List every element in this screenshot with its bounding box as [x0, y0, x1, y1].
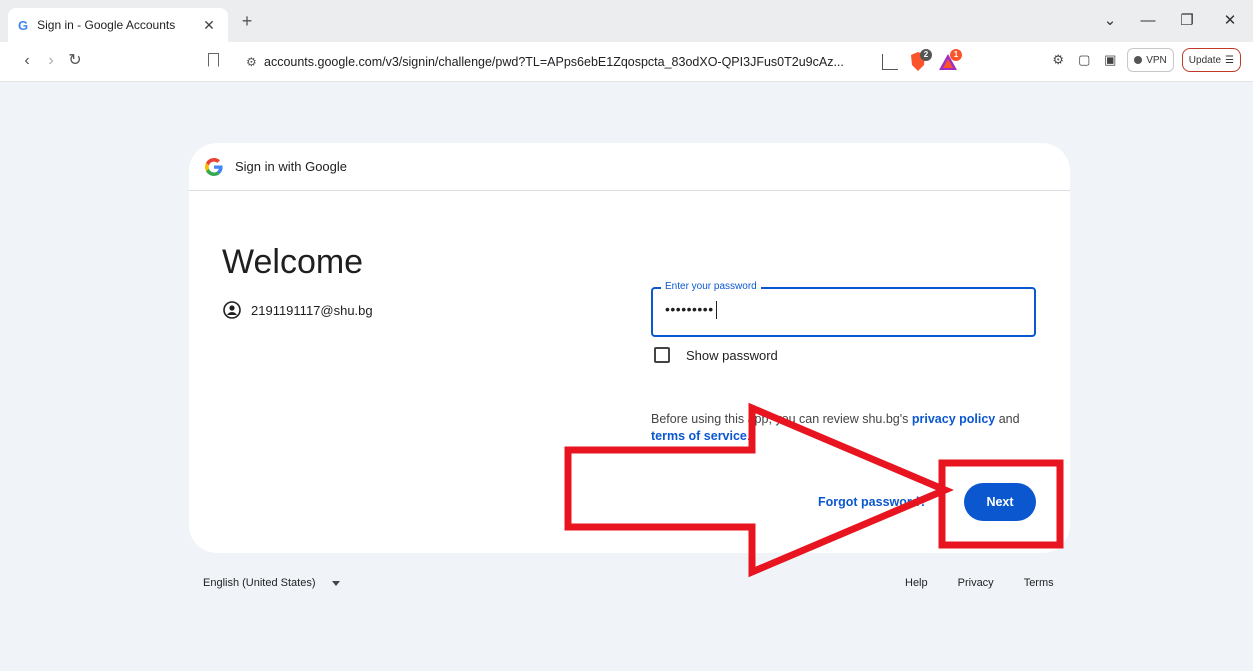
privacy-notice-end: . [746, 429, 751, 443]
password-field[interactable]: Enter your password ••••••••• [651, 281, 1036, 337]
update-label: Update [1188, 54, 1222, 66]
privacy-policy-link[interactable]: privacy policy [912, 412, 995, 426]
terms-link[interactable]: Terms [1024, 577, 1054, 589]
url-text[interactable]: accounts.google.com/v3/signin/challenge/… [264, 55, 968, 69]
google-favicon-icon: G [18, 17, 29, 33]
forward-button[interactable]: › [40, 50, 62, 72]
privacy-link[interactable]: Privacy [958, 577, 994, 589]
page-title: Welcome [222, 243, 364, 281]
signin-card: Sign in with Google Welcome 2191191117@s… [189, 143, 1070, 553]
share-icon[interactable] [882, 54, 898, 70]
account-circle-icon [223, 301, 241, 319]
privacy-notice-text: Before using this app, you can review sh… [651, 412, 912, 426]
tab-close-icon[interactable]: ✕ [200, 17, 218, 34]
address-bar-icons: 2 1 [882, 49, 962, 73]
vpn-status-icon [1134, 56, 1143, 64]
password-value: ••••••••• [665, 301, 714, 317]
account-email: 2191191117@shu.bg [251, 302, 373, 318]
terms-of-service-link[interactable]: terms of service [651, 429, 747, 443]
language-dropdown-icon [331, 580, 340, 586]
privacy-notice-and: and [995, 412, 1020, 426]
tab-search-chevron-icon[interactable]: ⌄ [1098, 10, 1122, 32]
account-chip[interactable]: 2191191117@shu.bg [223, 301, 373, 319]
tab-title: Sign in - Google Accounts [37, 18, 176, 32]
rewards-badge: 1 [950, 49, 962, 61]
password-field-label: Enter your password [661, 281, 761, 292]
browser-toolbar: ‹ › ↻ ⚙ accounts.google.com/v3/signin/ch… [0, 42, 1253, 82]
language-label: English (United States) [203, 577, 316, 589]
text-caret [715, 301, 717, 320]
wallet-icon[interactable]: ▣ [1101, 52, 1119, 68]
close-window-button[interactable]: ✕ [1218, 10, 1242, 32]
help-link[interactable]: Help [905, 577, 928, 589]
forgot-password-link[interactable]: Forgot password? [818, 495, 927, 509]
back-button[interactable]: ‹ [16, 50, 38, 72]
shields-badge: 2 [920, 49, 932, 61]
minimize-button[interactable]: — [1136, 10, 1160, 32]
privacy-notice: Before using this app, you can review sh… [651, 411, 1051, 445]
card-header: Sign in with Google [189, 143, 1070, 191]
vpn-label: VPN [1146, 54, 1167, 66]
toolbar-right: ⚙ ▢ ▣ VPN Update ☰ [1049, 48, 1241, 72]
site-settings-icon[interactable]: ⚙ [246, 55, 264, 69]
restore-button[interactable]: ❐ [1175, 10, 1199, 32]
next-button[interactable]: Next [964, 483, 1036, 521]
update-button[interactable]: Update ☰ [1181, 48, 1241, 72]
brave-rewards-icon[interactable]: 1 [938, 49, 962, 73]
show-password-toggle[interactable]: Show password [654, 347, 778, 363]
show-password-label: Show password [686, 347, 778, 363]
sidebar-icon[interactable]: ▢ [1075, 52, 1093, 68]
language-selector[interactable]: English (United States) [203, 577, 340, 589]
google-logo-icon [205, 157, 223, 176]
vpn-button[interactable]: VPN [1127, 48, 1174, 72]
tab-strip: G Sign in - Google Accounts ✕ + ⌄ — ❐ ✕ [0, 0, 1253, 42]
card-header-title: Sign in with Google [235, 159, 348, 174]
menu-icon: ☰ [1225, 54, 1234, 66]
password-input[interactable]: ••••••••• [665, 301, 717, 320]
show-password-checkbox[interactable] [654, 347, 670, 363]
bookmark-icon[interactable] [208, 53, 219, 67]
new-tab-button[interactable]: + [236, 10, 258, 32]
extensions-icon[interactable]: ⚙ [1049, 52, 1067, 68]
brave-shields-icon[interactable]: 2 [908, 49, 932, 73]
reload-button[interactable]: ↻ [64, 50, 86, 72]
browser-tab[interactable]: G Sign in - Google Accounts ✕ [8, 8, 228, 42]
footer-links: Help Privacy Terms [905, 577, 1054, 589]
address-bar[interactable]: ⚙ accounts.google.com/v3/signin/challeng… [236, 48, 968, 76]
